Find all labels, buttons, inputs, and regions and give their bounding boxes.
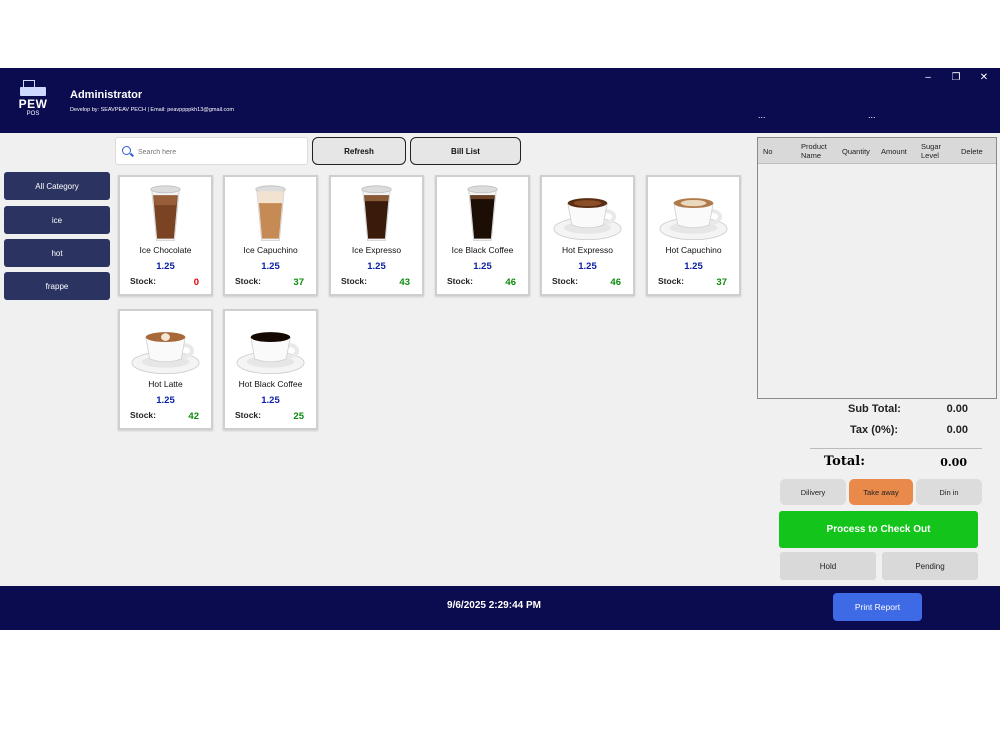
hold-button[interactable]: Hold: [780, 552, 876, 580]
product-price: 1.25: [261, 395, 280, 406]
hot-latte-cup-icon: [129, 332, 202, 376]
product-name: Ice Chocolate: [139, 245, 192, 255]
stock-label: Stock:: [447, 276, 473, 286]
column-header-delete: Delete: [961, 146, 983, 156]
stock-value: 25: [293, 411, 304, 422]
search-icon: [122, 146, 131, 155]
stock-label: Stock:: [341, 276, 367, 286]
app-logo: PEW POS: [16, 80, 50, 120]
take-away-button[interactable]: Take away: [849, 479, 913, 505]
hot-espresso-cup-icon: [551, 198, 624, 242]
tax-label: Tax (0%):: [850, 424, 899, 436]
product-price: 1.25: [473, 261, 492, 272]
category-ice[interactable]: ice: [4, 206, 110, 234]
product-price: 1.25: [261, 261, 280, 272]
stock-label: Stock:: [552, 276, 578, 286]
stock-value: 42: [188, 411, 199, 422]
product-card[interactable]: Hot Capuchino 1.25 Stock: 37: [646, 175, 741, 296]
pos-window: PEW POS Administrator Develop by: SEAVPE…: [0, 68, 1000, 630]
print-report-button[interactable]: Print Report: [833, 593, 922, 621]
delivery-button[interactable]: Dilivery: [780, 479, 846, 505]
product-name: Hot Black Coffee: [238, 379, 303, 389]
product-price: 1.25: [156, 261, 175, 272]
product-card[interactable]: Hot Black Coffee 1.25 Stock: 25: [223, 309, 318, 430]
column-header-amount: Amount: [881, 146, 907, 156]
developer-credit: Develop by: SEAVPEAV PECH | Email: peavp…: [70, 107, 234, 113]
column-header-sugar-level: Sugar Level: [921, 142, 942, 160]
bill-list-button[interactable]: Bill List: [410, 137, 521, 165]
app-header: PEW POS Administrator Develop by: SEAVPE…: [0, 68, 1000, 133]
product-name: Hot Latte: [148, 379, 183, 389]
category-hot[interactable]: hot: [4, 239, 110, 267]
header-dots-right: ...: [868, 110, 876, 120]
stock-label: Stock:: [130, 276, 156, 286]
search-input[interactable]: [138, 144, 298, 160]
subtotal-label: Sub Total:: [848, 403, 901, 415]
stock-label: Stock:: [235, 410, 261, 420]
search-box[interactable]: [115, 137, 308, 165]
product-card[interactable]: Ice Black Coffee 1.25 Stock: 46: [435, 175, 530, 296]
stock-label: Stock:: [235, 276, 261, 286]
restore-icon[interactable]: ❐: [948, 72, 964, 83]
user-role-title: Administrator: [70, 89, 143, 101]
product-name: Hot Expresso: [561, 245, 614, 255]
column-header-quantity: Quantity: [842, 146, 870, 156]
product-price: 1.25: [578, 261, 597, 272]
product-card[interactable]: Hot Latte 1.25 Stock: 42: [118, 309, 213, 430]
stock-value: 46: [505, 277, 516, 288]
stock-value: 46: [610, 277, 621, 288]
total-value: 0.00: [940, 456, 967, 469]
category-frappe[interactable]: frappe: [4, 272, 110, 300]
iced-cappuccino-cup-icon: [255, 185, 286, 242]
bill-table-header: No Product Name Quantity Amount Sugar Le…: [758, 138, 996, 164]
product-name: Ice Expresso: [351, 245, 402, 255]
column-header-product-name: Product Name: [801, 142, 827, 160]
total-label: Total:: [824, 454, 866, 469]
logo-subtext: POS: [26, 111, 40, 117]
bill-table[interactable]: No Product Name Quantity Amount Sugar Le…: [757, 137, 997, 399]
status-bar: 9/6/2025 2:29:44 PM Print Report: [0, 586, 1000, 630]
totals-divider: [810, 448, 982, 449]
product-card[interactable]: Hot Expresso 1.25 Stock: 46: [540, 175, 635, 296]
stock-label: Stock:: [130, 410, 156, 420]
stock-label: Stock:: [658, 276, 684, 286]
checkout-button[interactable]: Process to Check Out: [779, 511, 978, 548]
stock-value: 43: [399, 277, 410, 288]
tax-value: 0.00: [946, 424, 968, 436]
logo-text: PEW: [18, 97, 48, 111]
close-icon[interactable]: ✕: [976, 72, 992, 83]
header-dots-left: ...: [758, 110, 766, 120]
hot-black-coffee-cup-icon: [234, 332, 307, 376]
product-card[interactable]: Ice Capuchino 1.25 Stock: 37: [223, 175, 318, 296]
product-price: 1.25: [367, 261, 386, 272]
minimize-icon[interactable]: –: [920, 72, 936, 83]
product-price: 1.25: [156, 395, 175, 406]
product-name: Hot Capuchino: [665, 245, 722, 255]
pending-button[interactable]: Pending: [882, 552, 978, 580]
product-name: Ice Black Coffee: [451, 245, 514, 255]
hot-cappuccino-cup-icon: [657, 198, 730, 242]
stock-value: 0: [193, 277, 199, 288]
stock-value: 37: [716, 277, 727, 288]
product-name: Ice Capuchino: [243, 245, 298, 255]
stock-value: 37: [293, 277, 304, 288]
category-all[interactable]: All Category: [4, 172, 110, 200]
iced-chocolate-cup-icon: [150, 185, 181, 242]
product-card[interactable]: Ice Chocolate 1.25 Stock: 0: [118, 175, 213, 296]
product-price: 1.25: [684, 261, 703, 272]
iced-black-coffee-cup-icon: [467, 185, 498, 242]
refresh-button[interactable]: Refresh: [312, 137, 406, 165]
dine-in-button[interactable]: Din in: [916, 479, 982, 505]
cash-register-icon: [20, 80, 46, 96]
column-header-no: No: [763, 146, 773, 156]
subtotal-value: 0.00: [946, 403, 968, 415]
iced-espresso-cup-icon: [361, 185, 392, 242]
product-card[interactable]: Ice Expresso 1.25 Stock: 43: [329, 175, 424, 296]
